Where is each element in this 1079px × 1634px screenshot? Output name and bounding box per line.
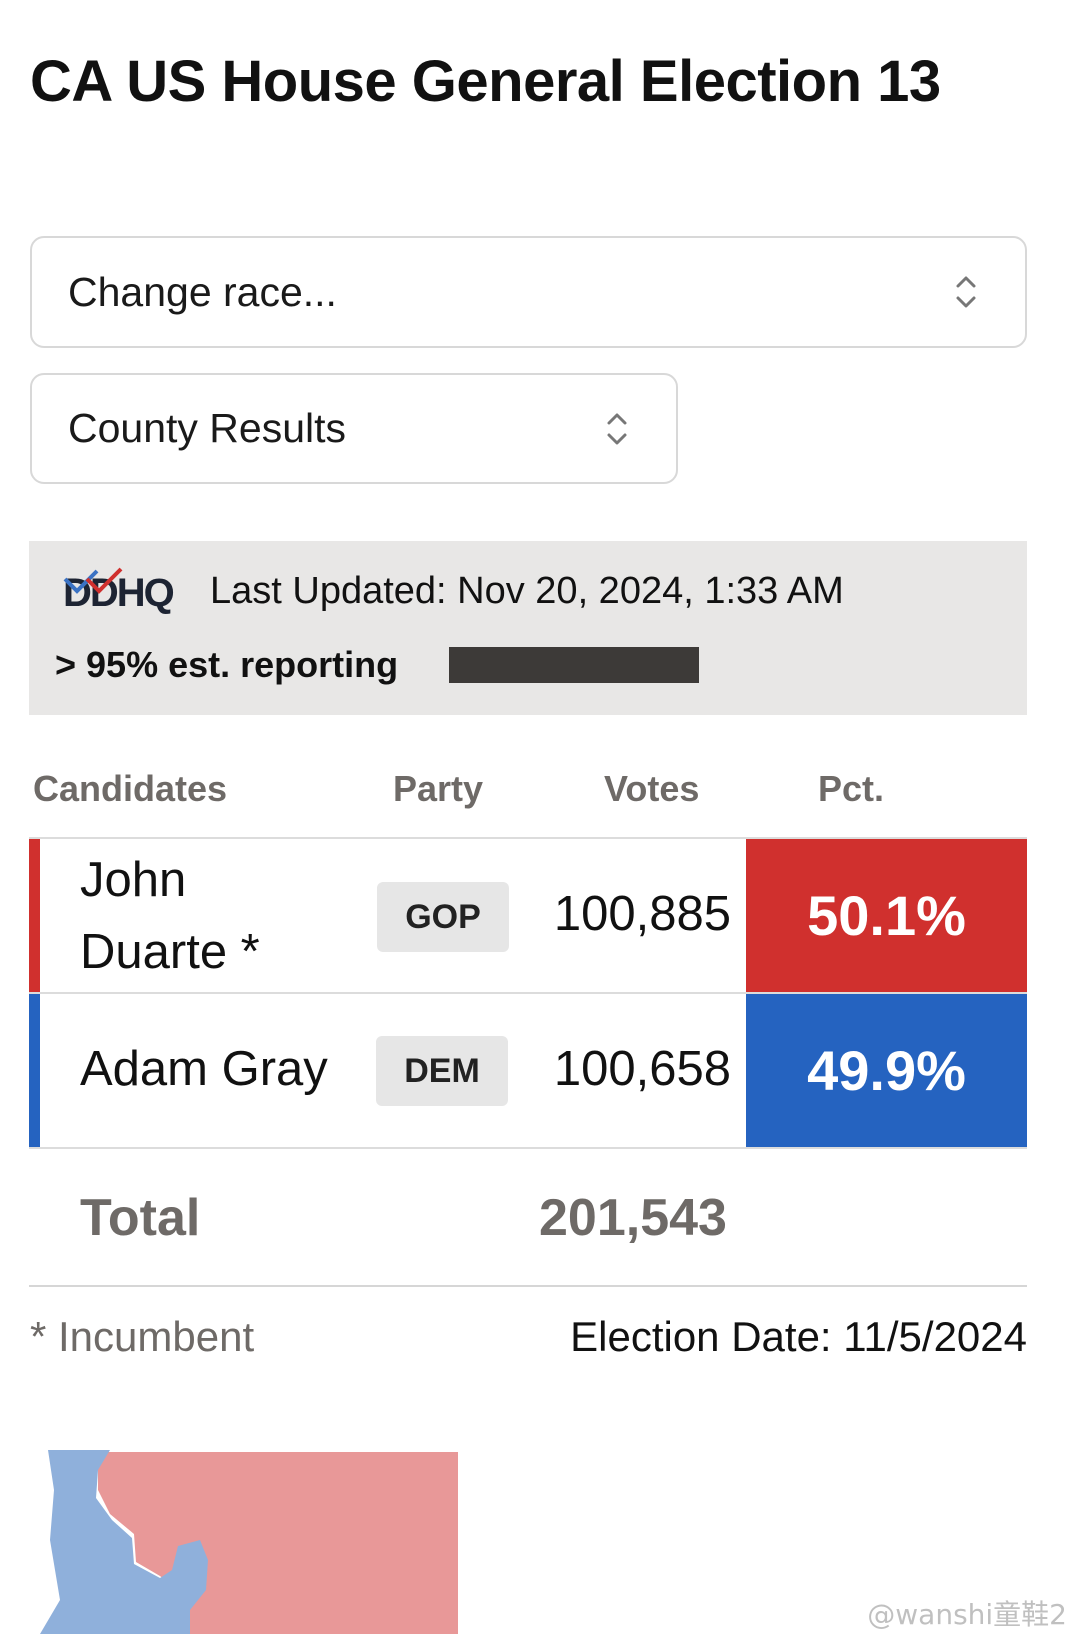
candidate-pct: 50.1% [746,839,1027,992]
column-header-candidates: Candidates [33,768,228,809]
candidate-votes: 100,658 [553,1042,731,1096]
change-race-select[interactable]: Change race... [30,236,1027,348]
results-view-select-value: County Results [68,405,347,451]
total-votes: 201,543 [539,1189,727,1247]
column-header-pct: Pct. [818,768,885,809]
incumbent-note: * Incumbent [30,1313,255,1360]
candidate-votes: 100,885 [553,887,731,941]
table-divider [29,1285,1027,1287]
column-header-votes: Votes [604,768,700,809]
last-updated-text: Last Updated: Nov 20, 2024, 1:33 AM [210,570,844,612]
candidate-pct: 49.9% [746,994,1027,1147]
reporting-progress-bar [449,647,699,683]
change-race-select-value: Change race... [68,268,337,315]
total-label: Total [80,1189,201,1247]
party-color-stripe [29,839,40,992]
up-down-chevron-icon [607,413,627,444]
candidate-name-line2: Duarte * [80,925,260,979]
update-info-panel: DDHQ Last Updated: Nov 20, 2024, 1:33 AM… [29,541,1027,715]
reporting-label: > 95% est. reporting [55,644,399,685]
candidate-name: Adam Gray [80,1042,328,1096]
results-view-select[interactable]: County Results [30,373,678,484]
party-color-stripe [29,994,40,1147]
party-badge: GOP [377,882,509,952]
table-row: John Duarte * GOP 100,885 50.1% [29,839,1027,992]
table-divider [29,1147,1027,1149]
up-down-chevron-icon [956,276,976,308]
party-badge: DEM [376,1036,508,1106]
county-results-map [40,1450,458,1634]
watermark-text: @wanshi童鞋2 [867,1598,1067,1631]
page-title: CA US House General Election 13 [30,49,941,114]
candidate-name: John [80,853,187,907]
ddhq-logo: DDHQ [63,567,213,615]
checkmark-icon [63,567,123,594]
table-row: Adam Gray DEM 100,658 49.9% [29,994,1027,1147]
election-date: Election Date: 11/5/2024 [570,1313,1027,1360]
column-header-party: Party [393,768,484,809]
